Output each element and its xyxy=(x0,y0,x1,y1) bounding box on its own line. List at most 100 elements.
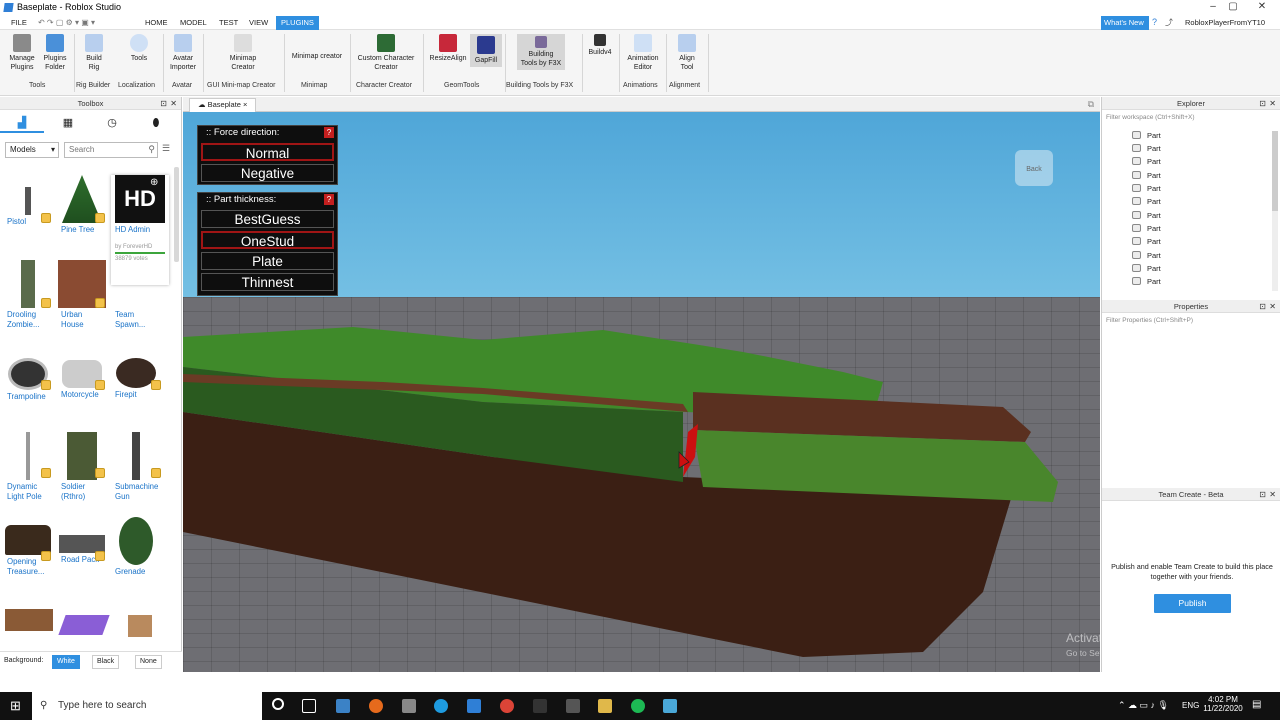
explorer-item[interactable]: Part xyxy=(1132,131,1161,140)
avatar-importer-button[interactable]: Avatar Importer xyxy=(166,34,200,72)
explorer-item[interactable]: Part xyxy=(1132,264,1161,273)
spotify-icon[interactable] xyxy=(631,699,645,713)
toolbox-item[interactable]: Firepit xyxy=(111,350,161,430)
roblox-icon[interactable] xyxy=(663,699,677,713)
option-bestguess[interactable]: BestGuess xyxy=(201,210,334,228)
toolbox-item[interactable]: Submachine Gun xyxy=(111,432,161,512)
maximize-button[interactable]: ▢ xyxy=(1223,1,1243,12)
toolbox-item-table-thumbnail[interactable] xyxy=(5,609,53,631)
toolbox-item[interactable]: Urban House xyxy=(57,260,107,340)
toolbox-item[interactable]: Opening Treasure... xyxy=(3,517,53,597)
keyboard-app-icon[interactable] xyxy=(566,699,580,713)
toolbox-item[interactable]: Soldier (Rthro) xyxy=(57,432,107,512)
animation-editor-button[interactable]: Animation Editor xyxy=(623,34,663,72)
tools-button[interactable]: Tools xyxy=(124,34,154,63)
toolbox-item[interactable]: Road Pack xyxy=(57,517,107,597)
search-input[interactable] xyxy=(65,143,139,156)
resize-align-button[interactable]: ResizeAlign xyxy=(428,34,468,63)
chrome-icon[interactable] xyxy=(500,699,514,713)
option-normal[interactable]: Normal xyxy=(201,143,334,161)
fullscreen-icon[interactable]: ⧉ xyxy=(1088,99,1094,110)
roblox-studio-taskbar-icon[interactable] xyxy=(467,699,481,713)
menu-test[interactable]: TEST xyxy=(219,18,238,27)
close-window-button[interactable]: ✕ xyxy=(1252,1,1272,12)
tab-marketplace[interactable]: ▟ xyxy=(0,113,44,133)
firefox-icon[interactable] xyxy=(369,699,383,713)
toolbox-item-crate-thumbnail[interactable] xyxy=(128,615,152,637)
explorer-item[interactable]: Part xyxy=(1132,171,1161,180)
toolbox-item[interactable]: Grenade xyxy=(111,517,161,597)
tab-baseplate[interactable]: ☁ Baseplate × xyxy=(189,98,257,112)
cortana-icon[interactable] xyxy=(272,698,284,710)
explorer-item[interactable]: Part xyxy=(1132,157,1161,166)
minimap-creator-button-2[interactable]: Minimap creator xyxy=(288,52,346,61)
option-plate[interactable]: Plate xyxy=(201,252,334,270)
close-tab-icon[interactable]: × xyxy=(243,100,247,109)
plugins-folder-button[interactable]: Plugins Folder xyxy=(40,34,70,72)
properties-filter-input[interactable]: Filter Properties (Ctrl+Shift+P) xyxy=(1105,317,1275,328)
help-icon[interactable]: ? xyxy=(324,194,334,205)
building-tools-f3x-button[interactable]: Building Tools by F3X xyxy=(517,34,565,70)
gapfill-button[interactable]: GapFill xyxy=(470,34,502,67)
language-indicator[interactable]: ENG xyxy=(1182,701,1199,710)
pin-icon[interactable]: ⊡ xyxy=(1259,97,1266,110)
pin-icon[interactable]: ⊡ xyxy=(1259,300,1266,313)
tab-recent[interactable]: ◷ xyxy=(90,113,134,133)
publish-button[interactable]: Publish xyxy=(1154,594,1231,613)
search-icon[interactable]: ⚲ xyxy=(148,144,155,155)
tab-creations[interactable]: ⬮ xyxy=(134,113,178,133)
explorer-item[interactable]: Part xyxy=(1132,197,1161,206)
edge-icon[interactable] xyxy=(434,699,448,713)
explorer-item[interactable]: Part xyxy=(1132,144,1161,153)
close-icon[interactable]: ✕ xyxy=(1269,97,1276,110)
minimap-creator-button[interactable]: Minimap Creator xyxy=(226,34,260,72)
explorer-scrollbar[interactable] xyxy=(1272,131,1278,291)
app-icon[interactable] xyxy=(533,699,547,713)
menu-view[interactable]: VIEW xyxy=(249,18,268,27)
share-icon[interactable]: ⤴ xyxy=(1165,17,1173,28)
explorer-filter-input[interactable]: Filter workspace (Ctrl+Shift+X) xyxy=(1105,114,1275,125)
build-rig-button[interactable]: Build Rig xyxy=(80,34,108,72)
explorer-item[interactable]: Part xyxy=(1132,251,1161,260)
tray-icons[interactable]: ⌃ ☁ ▭ ♪ 🎙 xyxy=(1118,700,1169,711)
option-negative[interactable]: Negative xyxy=(201,164,334,182)
close-icon[interactable]: ✕ xyxy=(1269,488,1276,501)
taskbar-search[interactable]: ⚲ Type here to search xyxy=(32,692,262,720)
clock[interactable]: 4:02 PM 11/22/2020 xyxy=(1203,695,1243,713)
drag-handle-icon[interactable]: :: xyxy=(206,194,214,205)
toolbox-item[interactable]: Drooling Zombie... xyxy=(3,260,53,340)
option-thinnest[interactable]: Thinnest xyxy=(201,273,334,291)
close-icon[interactable]: ✕ xyxy=(170,97,177,110)
align-tool-button[interactable]: Align Tool xyxy=(672,34,702,72)
explorer-item[interactable]: Part xyxy=(1132,211,1161,220)
notifications-icon[interactable]: ▤ xyxy=(1252,699,1261,710)
minimize-button[interactable]: – xyxy=(1203,1,1223,12)
toolbox-item[interactable]: Pine Tree xyxy=(57,175,107,255)
menu-plugins[interactable]: PLUGINS xyxy=(276,16,319,30)
drag-handle-icon[interactable]: :: xyxy=(206,127,214,138)
file-explorer-icon[interactable] xyxy=(598,699,612,713)
quick-access-icons[interactable]: ↶ ↷ ▢ ⚙ ▾ ▣ ▾ xyxy=(38,18,95,27)
explorer-item[interactable]: Part xyxy=(1132,237,1161,246)
buildv4-button[interactable]: Buildv4 xyxy=(585,34,615,57)
pin-icon[interactable]: ⊡ xyxy=(1259,488,1266,501)
pin-icon[interactable]: ⊡ xyxy=(160,97,167,110)
bg-white-button[interactable]: White xyxy=(52,655,80,669)
windows-start-icon[interactable]: ⊞ xyxy=(10,698,21,714)
bg-black-button[interactable]: Black xyxy=(92,655,120,669)
toolbox-item[interactable]: Pistol xyxy=(3,175,53,255)
menu-model[interactable]: MODEL xyxy=(180,18,207,27)
app-icon[interactable] xyxy=(336,699,350,713)
task-view-icon[interactable] xyxy=(302,699,316,713)
toolbox-item[interactable]: Trampoline xyxy=(3,350,53,430)
scrollbar[interactable] xyxy=(174,167,179,262)
username[interactable]: RobloxPlayerFromYT10 xyxy=(1185,18,1265,27)
explorer-item[interactable]: Part xyxy=(1132,184,1161,193)
tab-inventory[interactable]: ▦ xyxy=(46,113,90,133)
menu-home[interactable]: HOME xyxy=(145,18,168,27)
whats-new-button[interactable]: What's New xyxy=(1101,16,1149,30)
menu-file[interactable]: FILE xyxy=(11,18,27,27)
toolbox-item[interactable]: Team Spawn... xyxy=(111,260,161,340)
zoom-icon[interactable]: ⊕ xyxy=(150,177,158,188)
app-icon[interactable] xyxy=(402,699,416,713)
